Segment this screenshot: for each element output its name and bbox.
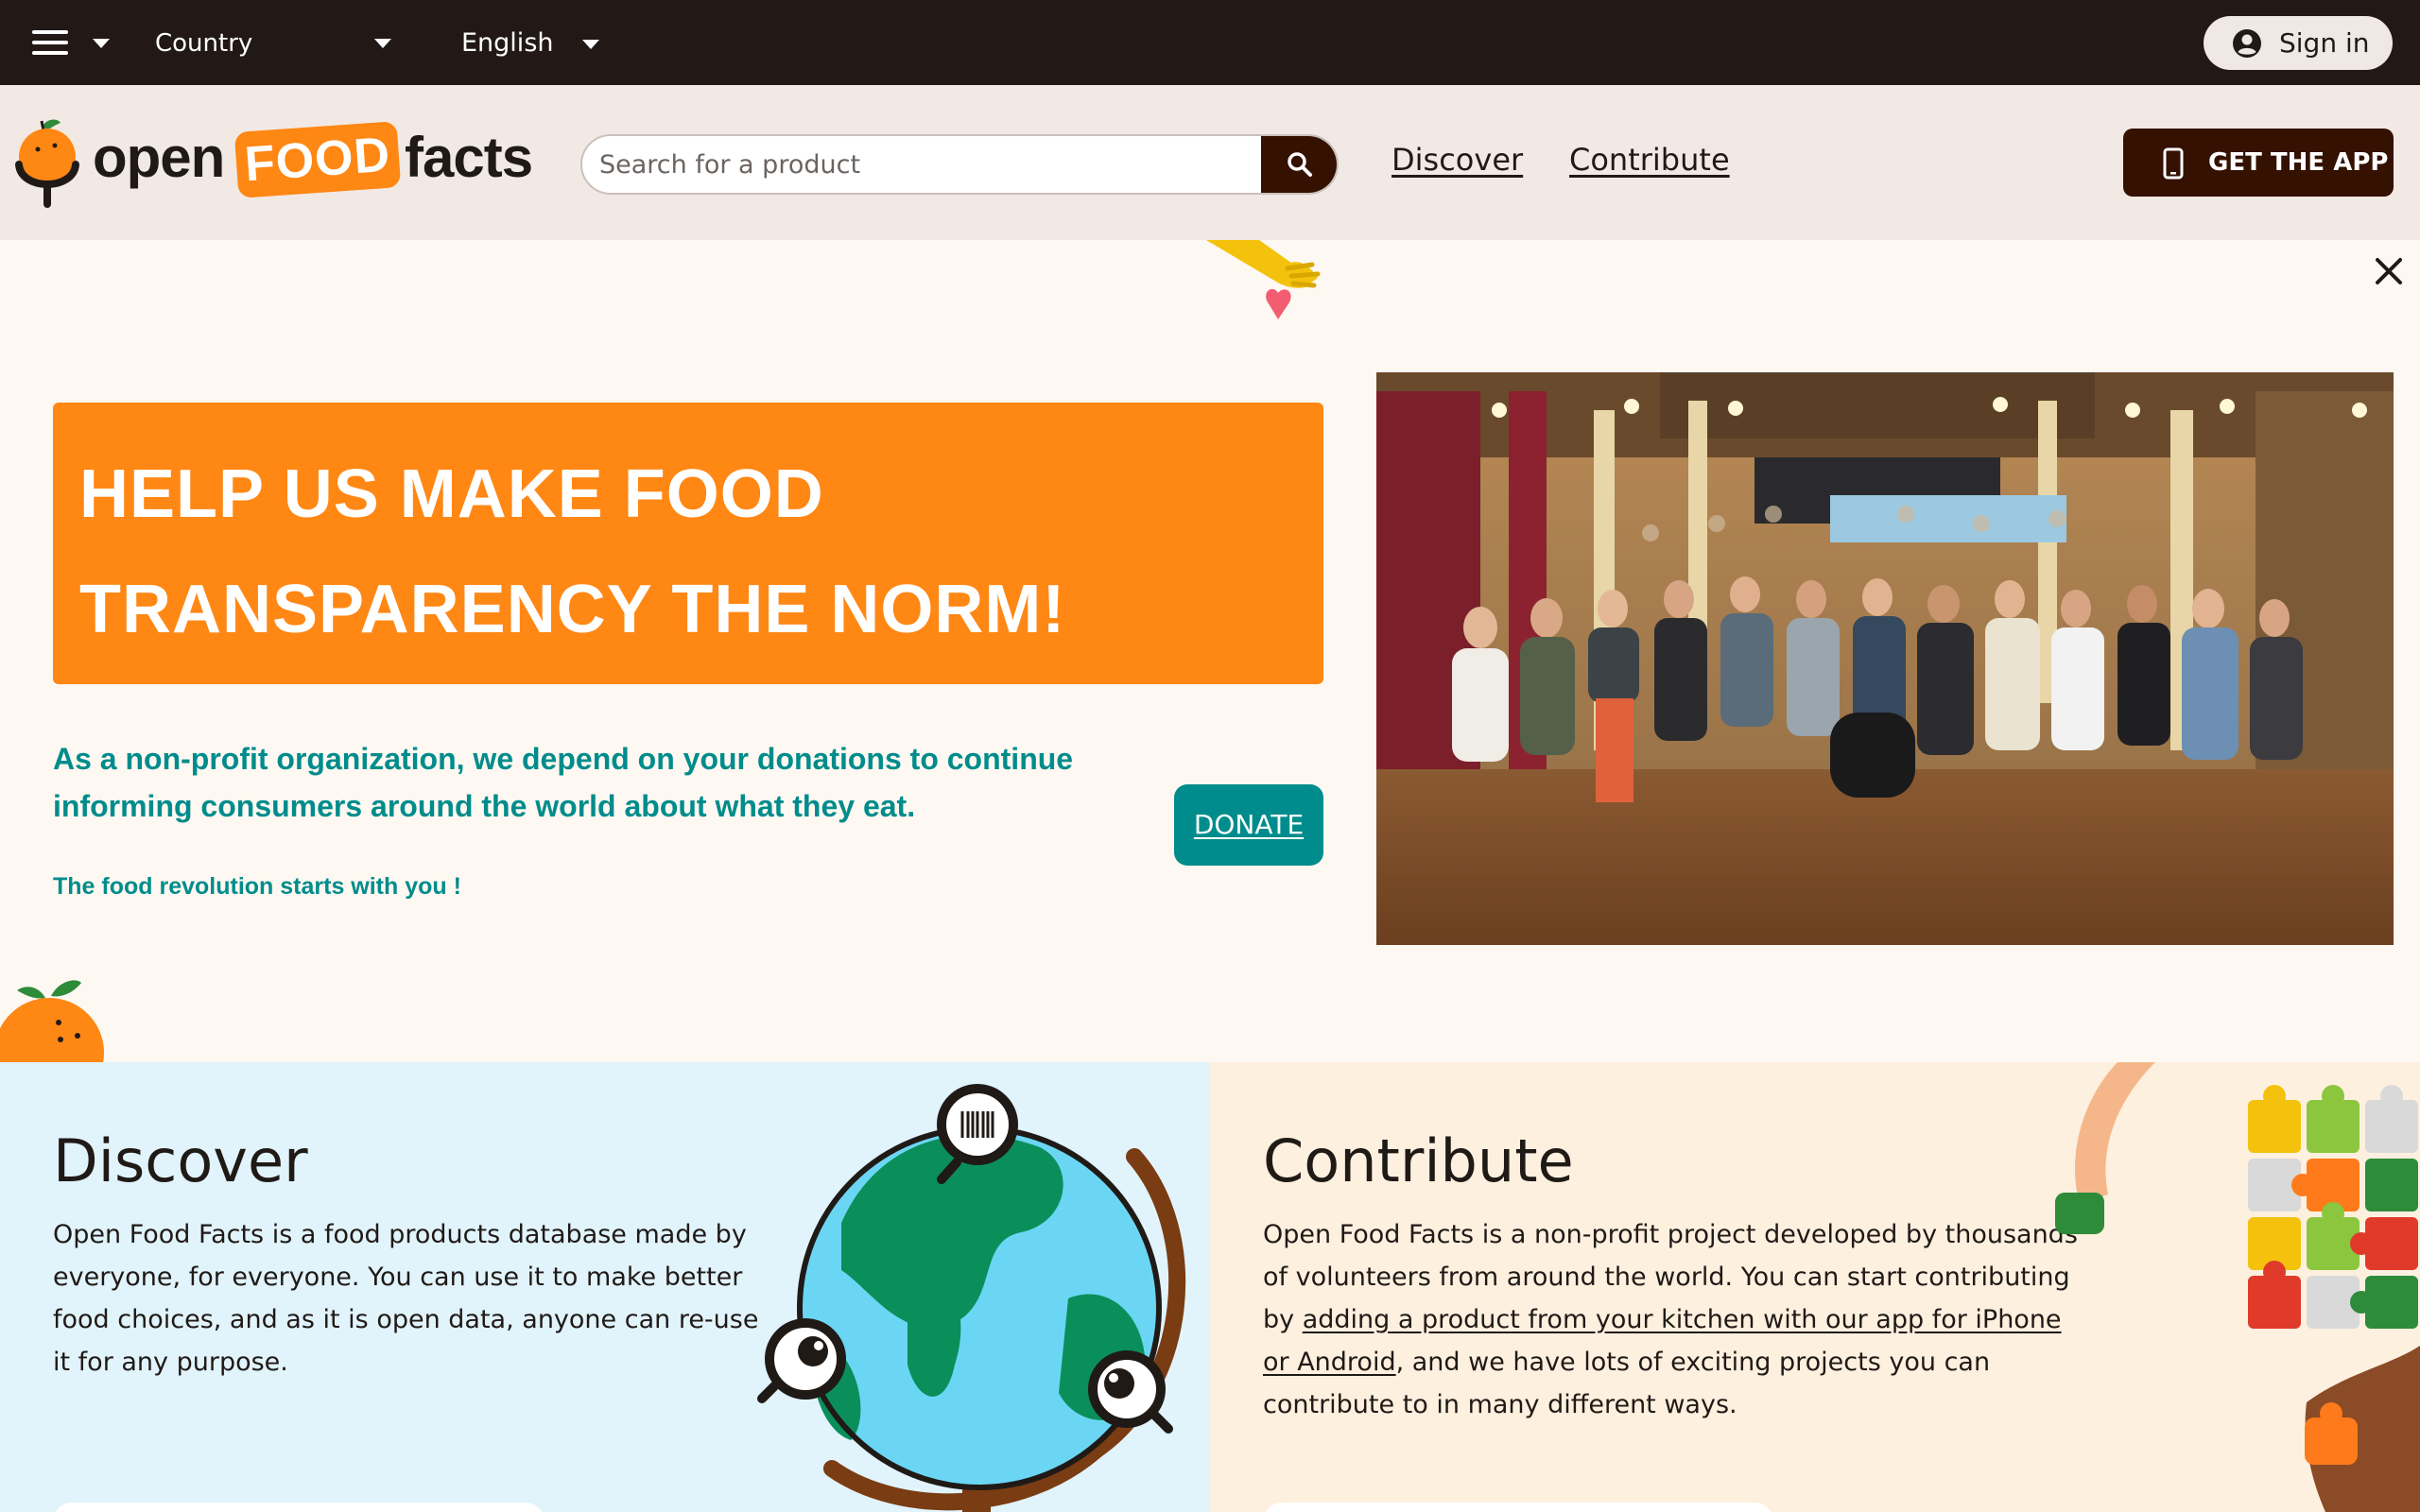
sign-in-button[interactable]: Sign in [2204, 16, 2393, 70]
open-food-facts-logo[interactable]: open FOOD facts [13, 117, 543, 212]
menu-icon[interactable] [32, 30, 70, 57]
top-bar: Country English Sign in [0, 0, 2420, 85]
contribute-section: Contribute Open Food Facts is a non-prof… [1210, 1062, 2420, 1512]
discover-title: Discover [53, 1126, 308, 1195]
search-input[interactable] [582, 136, 1263, 193]
discover-action-button[interactable] [53, 1503, 544, 1512]
logo-word-facts: facts [405, 126, 533, 189]
chevron-down-icon [374, 39, 391, 48]
donation-tagline: The food revolution starts with you ! [53, 873, 461, 900]
chevron-down-icon [582, 39, 600, 49]
contribute-action-button[interactable] [1263, 1503, 1773, 1512]
nav-link-contribute[interactable]: Contribute [1569, 142, 1730, 178]
country-selector-label: Country [155, 29, 253, 58]
headline-box: HELP US MAKE FOOD TRANSPARENCY THE NORM! [53, 403, 1323, 684]
donation-banner: HELP US MAKE FOOD TRANSPARENCY THE NORM!… [0, 240, 2420, 1062]
get-the-app-button[interactable]: GET THE APP [2123, 129, 2394, 197]
contribute-title: Contribute [1263, 1126, 1574, 1195]
country-selector[interactable]: Country [155, 25, 391, 62]
user-circle-icon [2233, 29, 2261, 58]
headline-line-2: TRANSPARENCY THE NORM! [79, 572, 1066, 647]
search-button[interactable] [1261, 136, 1337, 193]
discover-description: Open Food Facts is a food products datab… [53, 1220, 759, 1377]
search-icon [1288, 152, 1312, 177]
hand-heart-decoration-icon [1206, 240, 1321, 319]
discover-section: Discover Open Food Facts is a food produ… [0, 1062, 1210, 1512]
headline-line-1: HELP US MAKE FOOD [79, 456, 824, 532]
logo-word-food: FOOD [233, 121, 402, 198]
search-bar [580, 134, 1339, 195]
donation-message: As a non-profit organization, we depend … [53, 742, 1074, 823]
donate-button[interactable]: DONATE [1174, 784, 1323, 866]
nav-link-discover[interactable]: Discover [1392, 142, 1523, 178]
community-group-photo [1376, 372, 2394, 945]
logo-word-open: open [93, 126, 225, 189]
smartphone-icon [2163, 147, 2184, 180]
language-selector[interactable]: English [461, 25, 600, 62]
close-banner-icon[interactable] [2373, 255, 2405, 287]
site-header: open FOOD facts Discover Contribute GET … [0, 85, 2420, 240]
contribute-description: Open Food Facts is a non-profit project … [1263, 1213, 2085, 1426]
puzzle-hands-illustration-icon [2055, 1062, 2420, 1512]
logo-mascot-icon [15, 119, 79, 208]
language-selector-label: English [461, 28, 554, 58]
sign-in-label: Sign in [2279, 27, 2370, 59]
orange-fruit-decoration-icon [0, 980, 104, 1062]
menu-chevron-down-icon[interactable] [93, 39, 110, 48]
globe-illustration-icon [757, 1084, 1185, 1512]
get-the-app-label: GET THE APP [2208, 148, 2389, 177]
